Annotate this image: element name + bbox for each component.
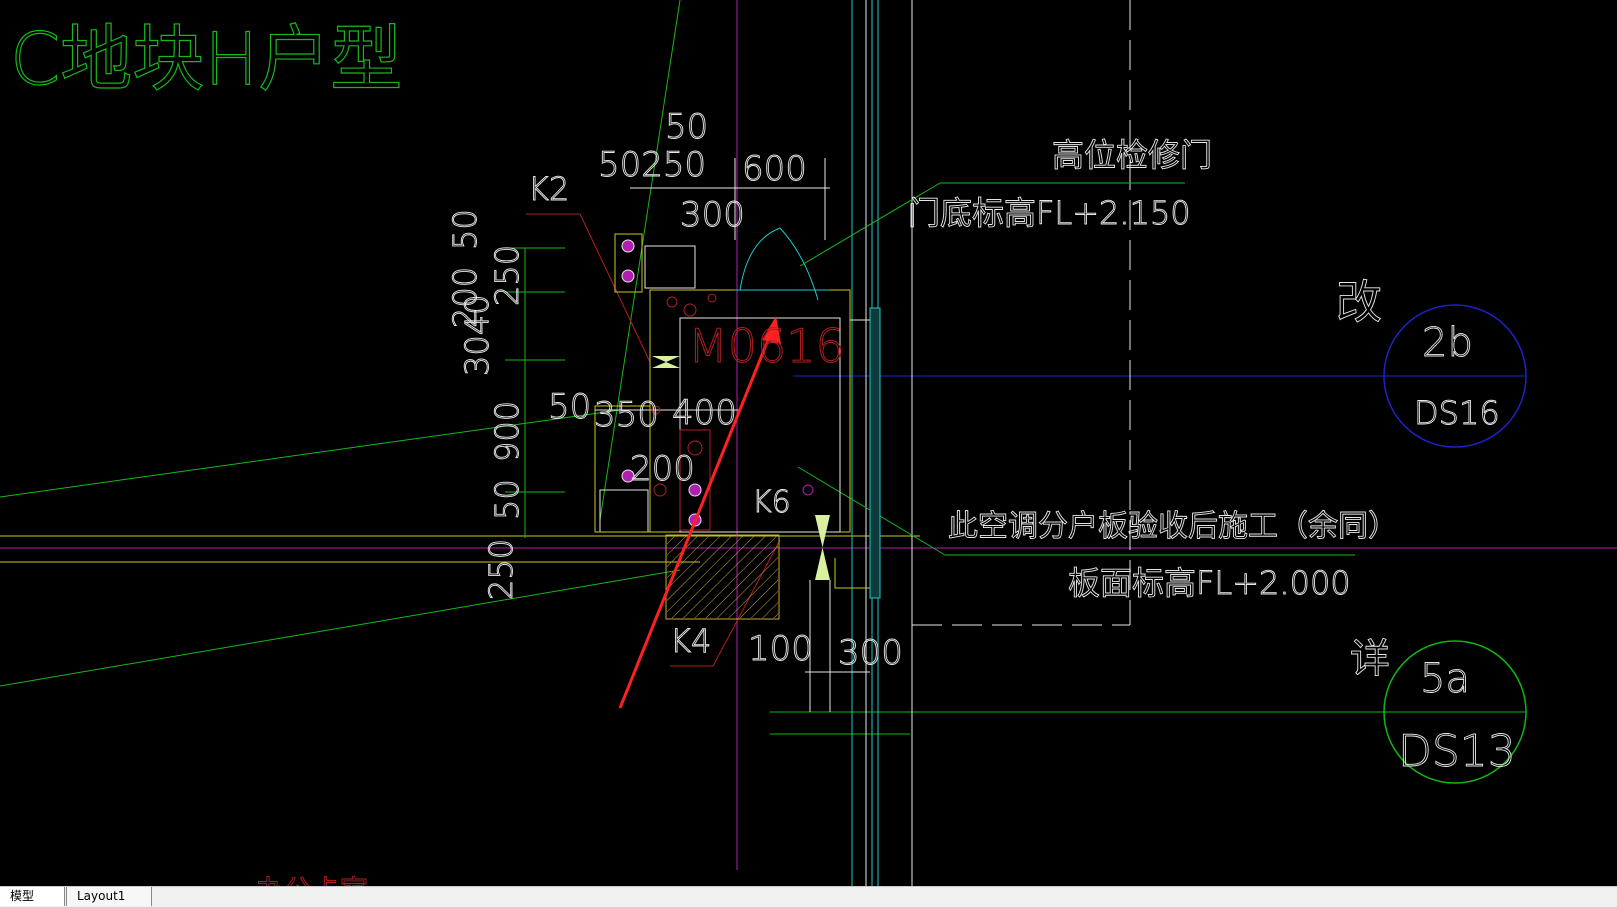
dim-v-50-top: 50 [446,209,484,250]
annotation-door-bottom-level: 门底标高FL+2.150 [908,194,1191,232]
dim-h-400: 400 [672,393,737,433]
dim-600: 600 [742,149,807,189]
cad-drawing-canvas[interactable]: C地块H户型 K2 K6 K4 M0616 50 50250 600 300 5… [0,0,1617,886]
callout-2b-top: 2b [1422,320,1473,366]
annotation-board-level: 板面标高FL+2.000 [1068,564,1351,602]
dim-h-50: 50 [548,387,591,427]
callout-2b-bottom: DS16 [1414,394,1500,432]
label-k2: K2 [528,170,569,208]
callout-5a-bottom: DS13 [1398,726,1516,777]
tab-layout1[interactable]: Layout1 [66,887,152,906]
dim-300-top: 300 [680,195,745,235]
dim-h-300-bottom: 300 [838,633,903,673]
dim-h-350: 350 [594,395,659,435]
door-code: M0616 [688,319,845,373]
annotation-ac-board-note: 此空调分户板验收后施工（余同） [948,509,1398,544]
dim-h-100: 100 [748,629,813,669]
label-k6: K6 [752,485,791,520]
drawing-linework [0,0,1617,886]
dim-v-50-bottom: 50 [488,479,526,520]
callout-5a-top: 5a [1420,656,1470,702]
dim-v-3040: 3040 [458,295,496,376]
dim-v-250-bottom: 250 [482,539,520,600]
label-k4: K4 [670,622,711,660]
mark-detail: 详 [1350,636,1390,682]
mark-change: 改 [1336,275,1382,329]
annotation-high-access-door: 高位检修门 [1052,136,1212,174]
partial-bottom-text: 办公卡室 [256,874,368,886]
layout-tab-bar: 模型 Layout1 [0,886,1617,907]
dim-50-top: 50 [665,107,708,147]
dim-50250: 50250 [598,145,706,185]
dim-v-900: 900 [488,401,526,462]
tab-model[interactable]: 模型 [0,887,65,906]
drawing-title: C地块H户型 [10,17,402,101]
dim-h-200: 200 [630,449,695,489]
